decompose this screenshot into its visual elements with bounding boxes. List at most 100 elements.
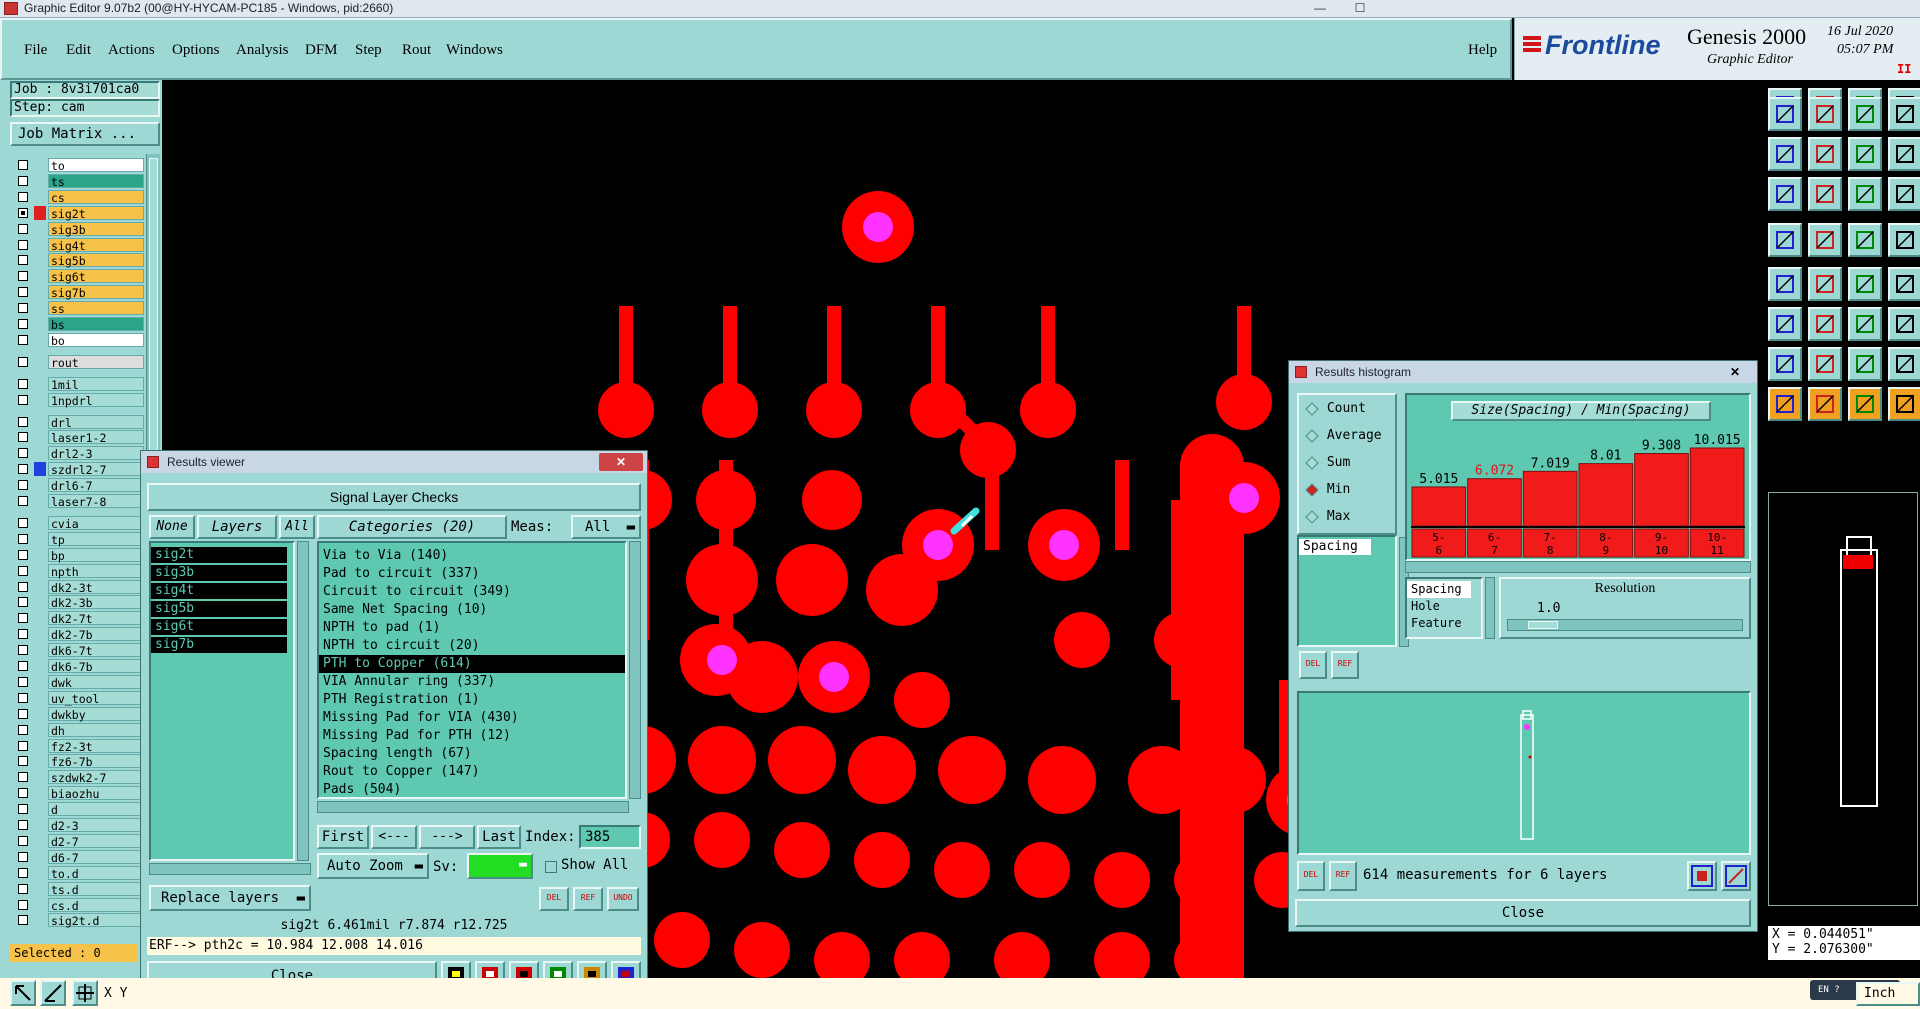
layer-name[interactable]: dk2-7t xyxy=(48,611,144,626)
tool-icon[interactable] xyxy=(1808,137,1842,171)
layer-row[interactable]: ts xyxy=(14,173,144,189)
tool-icon[interactable] xyxy=(1768,223,1802,257)
layer-name[interactable]: 1npdrl xyxy=(48,392,144,408)
layer-row[interactable]: laser7-8 xyxy=(14,494,144,509)
measurement-list[interactable]: Spacing xyxy=(1297,535,1397,647)
tool-icon[interactable] xyxy=(1888,347,1920,381)
layer-name[interactable]: bo xyxy=(48,332,144,348)
layer-row[interactable]: sig4t xyxy=(14,237,144,253)
tool-icon[interactable] xyxy=(1888,223,1920,257)
layer-checkbox[interactable] xyxy=(18,613,28,624)
hist-ref-button[interactable]: REF xyxy=(1331,651,1359,679)
result-layer-item[interactable]: sig6t xyxy=(151,619,287,635)
layer-checkbox[interactable] xyxy=(18,287,28,298)
category-item[interactable]: Missing Pad for VIA (430) xyxy=(319,709,625,727)
layer-name[interactable]: sig7b xyxy=(48,285,144,300)
layer-checkbox[interactable] xyxy=(18,160,28,170)
tool-icon[interactable] xyxy=(1808,267,1842,301)
del-button[interactable]: DEL xyxy=(539,887,569,911)
layer-checkbox[interactable] xyxy=(18,835,28,846)
layer-name[interactable]: dk2-7b xyxy=(48,627,144,642)
layer-checkbox[interactable] xyxy=(18,724,28,735)
layer-name[interactable]: sig2t xyxy=(48,205,144,221)
layer-row[interactable]: fz2-3t xyxy=(14,738,144,754)
layer-checkbox[interactable] xyxy=(18,303,28,314)
mode-option[interactable]: Max xyxy=(1305,509,1350,527)
layer-row[interactable]: dk2-3t xyxy=(14,579,144,595)
layer-row[interactable]: dk6-7t xyxy=(14,643,144,658)
layer-checkbox[interactable] xyxy=(18,645,28,656)
category-list[interactable]: Via to Via (140) Pad to circuit (337) Circ… xyxy=(317,541,627,799)
layer-checkbox[interactable] xyxy=(18,207,28,218)
auto-zoom-dropdown[interactable]: Auto Zoom ▬ xyxy=(317,853,429,879)
prev-button[interactable]: <--- xyxy=(371,825,417,849)
category-item[interactable]: NPTH to pad (1) xyxy=(319,619,625,637)
axis-list-scrollbar[interactable] xyxy=(1485,577,1495,639)
layer-row[interactable]: laser1-2 xyxy=(14,430,144,445)
layer-name[interactable]: d2-7 xyxy=(48,833,144,849)
category-item[interactable]: PTH Registration (1) xyxy=(319,691,625,709)
layer-name[interactable]: to.d xyxy=(48,865,144,881)
layer-name[interactable]: npth xyxy=(48,563,144,579)
category-hscrollbar[interactable] xyxy=(317,801,629,813)
tool-icon[interactable] xyxy=(1848,97,1882,131)
layer-row[interactable]: drl xyxy=(14,414,144,430)
tool-icon[interactable] xyxy=(1888,387,1920,421)
layer-row[interactable]: cs xyxy=(14,189,144,205)
layer-row[interactable]: dwk xyxy=(14,674,144,690)
layer-list-scrollbar[interactable] xyxy=(297,541,309,861)
tool-icon[interactable] xyxy=(1768,97,1802,131)
layer-row[interactable]: drl2-3 xyxy=(14,446,144,461)
layer-checkbox[interactable] xyxy=(18,820,28,830)
meas-dropdown[interactable]: All ▬ xyxy=(571,515,641,539)
layer-checkbox[interactable] xyxy=(18,581,28,592)
preview-del-button[interactable]: DEL xyxy=(1297,861,1325,891)
layer-name[interactable]: d6-7 xyxy=(48,849,144,865)
histogram-bar[interactable] xyxy=(1578,463,1634,527)
tool-icon[interactable] xyxy=(1768,137,1802,171)
close-icon[interactable]: ✕ xyxy=(599,453,643,471)
layer-row[interactable]: bp xyxy=(14,547,144,563)
layer-row[interactable]: dh xyxy=(14,722,144,738)
histogram-hscrollbar[interactable] xyxy=(1405,561,1751,573)
result-layer-item[interactable]: sig2t xyxy=(151,547,287,563)
layer-row[interactable]: sig7b xyxy=(14,285,144,300)
layer-checkbox[interactable] xyxy=(18,175,28,186)
layer-row[interactable]: biaozhu xyxy=(14,786,144,801)
replace-layers-dropdown[interactable]: Replace layers ▬ xyxy=(149,885,311,911)
layer-row[interactable]: szdwk2-7 xyxy=(14,770,144,785)
unit-dropdown[interactable]: Inch xyxy=(1856,982,1920,1006)
result-layer-item[interactable]: sig4t xyxy=(151,583,287,599)
layer-row[interactable]: tp xyxy=(14,531,144,547)
layer-name[interactable]: sig3b xyxy=(48,221,144,237)
mode-option[interactable]: Average xyxy=(1305,428,1382,446)
measure-tool-icon[interactable] xyxy=(40,980,66,1006)
layer-result-list[interactable]: sig2t sig3b sig4t sig5b sig6t sig7b xyxy=(149,541,295,861)
layer-row[interactable]: sig2t.d xyxy=(14,913,144,928)
tool-icon[interactable] xyxy=(1888,137,1920,171)
layer-name[interactable]: dwkby xyxy=(48,706,144,722)
layer-row[interactable]: dk2-7t xyxy=(14,611,144,626)
layer-name[interactable]: drl2-3 xyxy=(48,446,144,461)
menu-step[interactable]: Step xyxy=(355,42,382,59)
histogram-bar[interactable] xyxy=(1634,453,1689,527)
layer-checkbox[interactable] xyxy=(18,629,28,640)
layer-name[interactable]: sig4t xyxy=(48,237,144,253)
layer-checkbox[interactable] xyxy=(18,223,28,234)
layer-checkbox[interactable] xyxy=(18,319,28,329)
layer-checkbox[interactable] xyxy=(18,416,28,427)
tool-icon[interactable] xyxy=(1848,177,1882,211)
layer-row[interactable]: rout xyxy=(14,354,144,370)
layer-row[interactable]: drl6-7 xyxy=(14,478,144,493)
category-item[interactable]: Spacing length (67) xyxy=(319,745,625,763)
zoom-fit-icon[interactable] xyxy=(1687,861,1717,891)
layer-name[interactable]: biaozhu xyxy=(48,786,144,801)
layer-checkbox[interactable] xyxy=(18,772,28,783)
resolution-slider[interactable] xyxy=(1507,619,1743,631)
tool-icon[interactable] xyxy=(1768,347,1802,381)
layer-row[interactable]: cvia xyxy=(14,515,144,531)
layer-checkbox[interactable] xyxy=(18,480,28,491)
layer-checkbox[interactable] xyxy=(18,448,28,459)
maximize-button[interactable]: ☐ xyxy=(1340,0,1380,17)
layer-name[interactable]: dk6-7t xyxy=(48,643,144,658)
